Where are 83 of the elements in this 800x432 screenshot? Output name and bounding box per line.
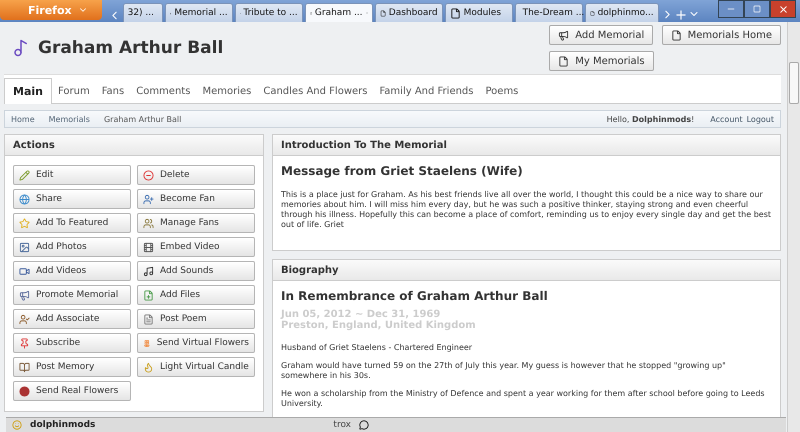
action-button[interactable]: Delete (137, 165, 255, 185)
music-note-icon (12, 39, 30, 57)
action-button[interactable]: Add Associate (13, 309, 131, 329)
action-button[interactable]: Promote Memorial (13, 285, 131, 305)
biography-paragraph: Graham would have turned 59 on the 27th of July this year. My guess is however that he stopped "growing up" somewhere in his 30s. (281, 361, 727, 381)
panel-title: Actions (5, 135, 263, 156)
memorial-title: Graham Arthur Ball (38, 38, 224, 58)
browser-tab[interactable]: The-Dream ... (514, 3, 583, 22)
video-icon (19, 266, 30, 276)
star-icon (19, 218, 30, 228)
header-button[interactable]: Memorials Home (662, 25, 781, 45)
photo-icon (19, 242, 30, 252)
dot-icon (19, 386, 30, 396)
chat-user[interactable]: dolphinmods (30, 420, 96, 430)
chat-contact[interactable]: trox (333, 420, 352, 430)
people-icon (143, 218, 154, 228)
music-icon (143, 266, 154, 276)
document-icon (143, 314, 154, 324)
browser-tab[interactable]: 32) ... (122, 3, 163, 22)
breadcrumb-link[interactable]: Home (11, 114, 35, 124)
message-heading: Message from Griet Staelens (Wife) (281, 164, 524, 178)
biography-paragraph: He won a scholarship from the Ministry of Defence and spent a year working for them after school before going to Leeds University. (281, 389, 766, 409)
minus-circle-icon (143, 170, 154, 180)
megaphone-icon (19, 290, 30, 300)
action-button[interactable]: Add Files (137, 285, 255, 305)
pencil-icon (19, 170, 30, 180)
action-button[interactable]: Add To Featured (13, 213, 131, 233)
greeting-text: Hello, Dolphinmods! (606, 114, 694, 124)
action-button[interactable]: Send Virtual Flowers (137, 333, 255, 353)
message-text: This is a place just for Graham. As his best friends live all over the world, I thought this could be a nice way to share our memories about him. I will miss him every day, but he was such a positive thinker, staying strong and even cheerful through his illness. Hopefully this can become a place of comfort, reminding us to enjoy every single day and get the best out of life. Griet (281, 190, 772, 230)
action-button[interactable]: Add Photos (13, 237, 131, 257)
account-link[interactable]: Account (710, 114, 743, 124)
megaphone-icon (558, 30, 570, 40)
page-tab[interactable]: Memories (196, 80, 258, 103)
globe-icon (19, 194, 30, 204)
page-tab[interactable]: Candles And Flowers (257, 80, 374, 103)
action-button[interactable]: Become Fan (137, 189, 255, 209)
action-button[interactable]: Embed Video (137, 237, 255, 257)
browser-tab[interactable]: Memorial ... (164, 3, 233, 22)
page-tab[interactable]: Family And Friends (373, 80, 480, 103)
page-tab[interactable]: Comments (130, 80, 196, 103)
biography-paragraph: Husband of Griet Staelens - Chartered Engineer (281, 343, 474, 353)
flower-icon (143, 338, 151, 348)
close-window-icon[interactable] (770, 0, 796, 18)
header-button[interactable]: My Memorials (549, 51, 654, 71)
flame-icon (143, 362, 154, 372)
page-tab[interactable]: Poems (480, 80, 524, 103)
header-button[interactable]: Add Memorial (549, 25, 654, 45)
action-button[interactable]: Post Poem (137, 309, 255, 329)
action-button[interactable]: Subscribe (13, 333, 131, 353)
account-link[interactable]: Logout (746, 114, 774, 124)
film-icon (143, 242, 154, 252)
action-button[interactable]: Add Sounds (137, 261, 255, 281)
scrollbar-thumb[interactable] (789, 62, 799, 104)
smiley-icon (12, 420, 22, 430)
pin-icon (19, 338, 30, 348)
panel-title: Introduction To The Memorial (273, 135, 780, 156)
book-icon (19, 362, 30, 372)
action-button[interactable]: Edit (13, 165, 131, 185)
action-button[interactable]: Post Memory (13, 357, 131, 377)
action-button[interactable]: Manage Fans (137, 213, 255, 233)
breadcrumb-current: Graham Arthur Ball (104, 114, 182, 124)
panel-title: Biography (273, 260, 780, 281)
page-tab[interactable]: Fans (96, 80, 130, 103)
chat-icon[interactable] (359, 420, 370, 430)
biography-heading: In Remembrance of Graham Arthur Ball (281, 289, 549, 303)
browser-tab[interactable]: Tribute to ... (234, 3, 303, 22)
user-icon (19, 314, 30, 324)
new-tab-icon[interactable] (674, 8, 688, 22)
page-tab[interactable]: Main (4, 78, 52, 104)
browser-tab[interactable]: Dashboard (374, 3, 443, 22)
file-plus-icon (143, 290, 154, 300)
breadcrumb-link[interactable]: Memorials (48, 114, 90, 124)
browser-tab[interactable]: dolphinmo... (584, 3, 659, 22)
page-tab[interactable]: Forum (52, 80, 96, 103)
action-button[interactable]: Light Virtual Candle (137, 357, 255, 377)
browser-tab[interactable]: Modules (444, 3, 513, 22)
user-plus-icon (143, 194, 154, 204)
action-button[interactable]: Share (13, 189, 131, 209)
browser-tab[interactable]: Graham ... (304, 3, 373, 22)
action-button[interactable]: Add Videos (13, 261, 131, 281)
action-button[interactable]: Send Real Flowers (13, 381, 131, 401)
maximize-icon[interactable] (744, 0, 770, 18)
